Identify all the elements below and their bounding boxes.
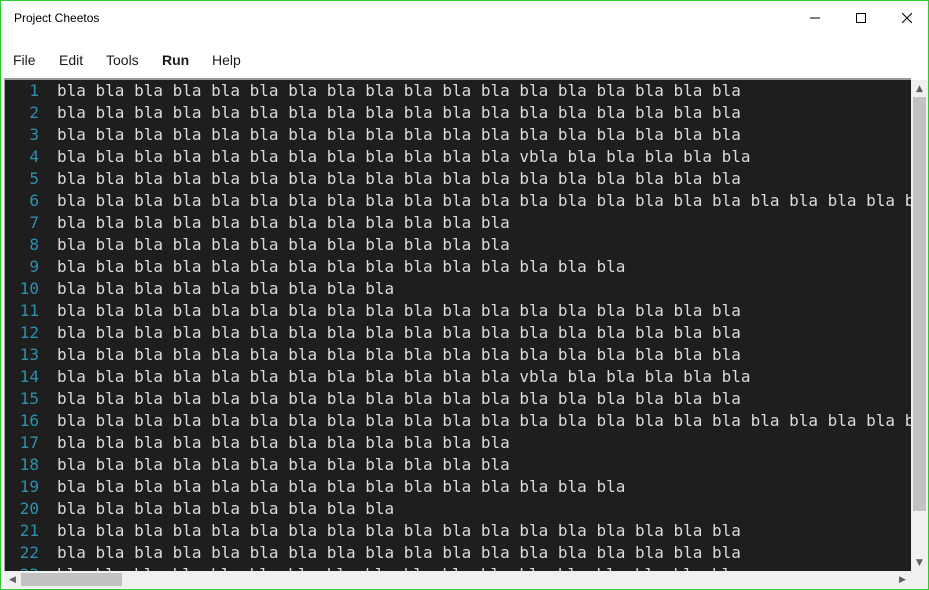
line-number: 21 <box>19 521 39 540</box>
vertical-scroll-thumb[interactable] <box>913 97 926 511</box>
menu-edit[interactable]: Edit <box>59 52 83 68</box>
line-number: 13 <box>19 345 39 364</box>
code-line[interactable]: 10 bla bla bla bla bla bla bla bla bla <box>5 278 394 300</box>
minimize-icon <box>810 17 820 19</box>
line-number: 7 <box>29 213 39 232</box>
horizontal-scroll-thumb[interactable] <box>21 573 122 586</box>
line-number: 18 <box>19 455 39 474</box>
line-text[interactable]: bla bla bla bla bla bla bla bla bla bla … <box>57 234 510 256</box>
menu-run[interactable]: Run <box>162 52 189 68</box>
maximize-icon <box>856 13 866 23</box>
code-line[interactable]: 21 bla bla bla bla bla bla bla bla bla bl… <box>5 520 741 542</box>
window-title: Project Cheetos <box>14 11 100 25</box>
line-text[interactable]: bla bla bla bla bla bla bla bla bla bla … <box>57 146 751 168</box>
line-number: 1 <box>29 81 39 100</box>
line-number: 22 <box>19 543 39 562</box>
code-line[interactable]: 12 bla bla bla bla bla bla bla bla bla bl… <box>5 322 741 344</box>
line-text[interactable]: bla bla bla bla bla bla bla bla bla bla … <box>57 410 911 432</box>
line-number: 15 <box>19 389 39 408</box>
code-line[interactable]: 7 bla bla bla bla bla bla bla bla bla bla… <box>5 212 510 234</box>
line-number: 9 <box>29 257 39 276</box>
line-number: 6 <box>29 191 39 210</box>
line-number: 17 <box>19 433 39 452</box>
line-number: 3 <box>29 125 39 144</box>
line-number: 8 <box>29 235 39 254</box>
code-line[interactable]: 13 bla bla bla bla bla bla bla bla bla bl… <box>5 344 741 366</box>
code-line[interactable]: 6 bla bla bla bla bla bla bla bla bla bla… <box>5 190 911 212</box>
close-button[interactable] <box>884 1 928 35</box>
line-number: 10 <box>19 279 39 298</box>
code-line[interactable]: 18 bla bla bla bla bla bla bla bla bla bl… <box>5 454 510 476</box>
menu-tools[interactable]: Tools <box>106 52 139 68</box>
line-text[interactable]: bla bla bla bla bla bla bla bla bla bla … <box>57 454 510 476</box>
scrollbar-corner <box>911 571 928 588</box>
maximize-button[interactable] <box>838 1 884 35</box>
close-icon <box>902 13 912 23</box>
line-number: 4 <box>29 147 39 166</box>
scroll-down-arrow-icon[interactable]: ▼ <box>911 554 928 571</box>
line-text[interactable]: bla bla bla bla bla bla bla bla bla <box>57 498 394 520</box>
scroll-up-arrow-icon[interactable]: ▲ <box>911 80 928 97</box>
line-text[interactable]: bla bla bla bla bla bla bla bla bla bla … <box>57 256 625 278</box>
vertical-scrollbar[interactable]: ▲ ▼ <box>911 80 928 571</box>
minimize-button[interactable] <box>792 1 838 35</box>
line-number: 20 <box>19 499 39 518</box>
line-text[interactable]: bla bla bla bla bla bla bla bla bla bla … <box>57 366 751 388</box>
code-line[interactable]: 17 bla bla bla bla bla bla bla bla bla bl… <box>5 432 510 454</box>
code-line[interactable]: 4 bla bla bla bla bla bla bla bla bla bla… <box>5 146 751 168</box>
code-line[interactable]: 15 bla bla bla bla bla bla bla bla bla bl… <box>5 388 741 410</box>
horizontal-scrollbar[interactable]: ◀ ▶ <box>4 571 911 588</box>
menu-help[interactable]: Help <box>212 52 241 68</box>
menu-bar: File Edit Tools Run Help <box>1 45 928 77</box>
scroll-left-arrow-icon[interactable]: ◀ <box>4 571 21 588</box>
menu-file[interactable]: File <box>13 52 36 68</box>
code-line[interactable]: 5 bla bla bla bla bla bla bla bla bla bla… <box>5 168 741 190</box>
code-line[interactable]: 1 bla bla bla bla bla bla bla bla bla bla… <box>5 80 741 102</box>
line-number: 12 <box>19 323 39 342</box>
line-text[interactable]: bla bla bla bla bla bla bla bla bla bla … <box>57 542 741 564</box>
line-text[interactable]: bla bla bla bla bla bla bla bla bla bla … <box>57 300 741 322</box>
line-text[interactable]: bla bla bla bla bla bla bla bla bla bla … <box>57 322 741 344</box>
line-number: 16 <box>19 411 39 430</box>
line-text[interactable]: bla bla bla bla bla bla bla bla bla bla … <box>57 190 911 212</box>
code-line[interactable]: 16 bla bla bla bla bla bla bla bla bla bl… <box>5 410 911 432</box>
code-line[interactable]: 3 bla bla bla bla bla bla bla bla bla bla… <box>5 124 741 146</box>
code-line[interactable]: 8 bla bla bla bla bla bla bla bla bla bla… <box>5 234 510 256</box>
line-text[interactable]: bla bla bla bla bla bla bla bla bla bla … <box>57 102 741 124</box>
code-line[interactable]: 20 bla bla bla bla bla bla bla bla bla <box>5 498 394 520</box>
line-text[interactable]: bla bla bla bla bla bla bla bla bla bla … <box>57 212 510 234</box>
app-window: Project Cheetos File Edit Tools Run Help… <box>0 0 929 590</box>
line-number: 2 <box>29 103 39 122</box>
code-line[interactable]: 22 bla bla bla bla bla bla bla bla bla bl… <box>5 542 741 564</box>
code-line[interactable]: 14 bla bla bla bla bla bla bla bla bla bl… <box>5 366 751 388</box>
line-text[interactable]: bla bla bla bla bla bla bla bla bla bla … <box>57 432 510 454</box>
line-number: 14 <box>19 367 39 386</box>
code-line[interactable]: 19 bla bla bla bla bla bla bla bla bla bl… <box>5 476 626 498</box>
line-text[interactable]: bla bla bla bla bla bla bla bla bla bla … <box>57 476 625 498</box>
code-line[interactable]: 11 bla bla bla bla bla bla bla bla bla bl… <box>5 300 741 322</box>
line-text[interactable]: bla bla bla bla bla bla bla bla bla <box>57 278 394 300</box>
line-text[interactable]: bla bla bla bla bla bla bla bla bla bla … <box>57 388 741 410</box>
line-text[interactable]: bla bla bla bla bla bla bla bla bla bla … <box>57 344 741 366</box>
line-number: 5 <box>29 169 39 188</box>
code-line[interactable]: 9 bla bla bla bla bla bla bla bla bla bla… <box>5 256 625 278</box>
line-number: 11 <box>19 301 39 320</box>
code-editor[interactable]: 1 bla bla bla bla bla bla bla bla bla bla… <box>4 78 911 572</box>
line-number: 19 <box>19 477 39 496</box>
line-text[interactable]: bla bla bla bla bla bla bla bla bla bla … <box>57 168 741 190</box>
title-bar[interactable]: Project Cheetos <box>1 1 928 37</box>
line-text[interactable]: bla bla bla bla bla bla bla bla bla bla … <box>57 520 741 542</box>
code-line[interactable]: 2 bla bla bla bla bla bla bla bla bla bla… <box>5 102 741 124</box>
line-text[interactable]: bla bla bla bla bla bla bla bla bla bla … <box>57 80 741 102</box>
scroll-right-arrow-icon[interactable]: ▶ <box>894 571 911 588</box>
line-text[interactable]: bla bla bla bla bla bla bla bla bla bla … <box>57 124 741 146</box>
